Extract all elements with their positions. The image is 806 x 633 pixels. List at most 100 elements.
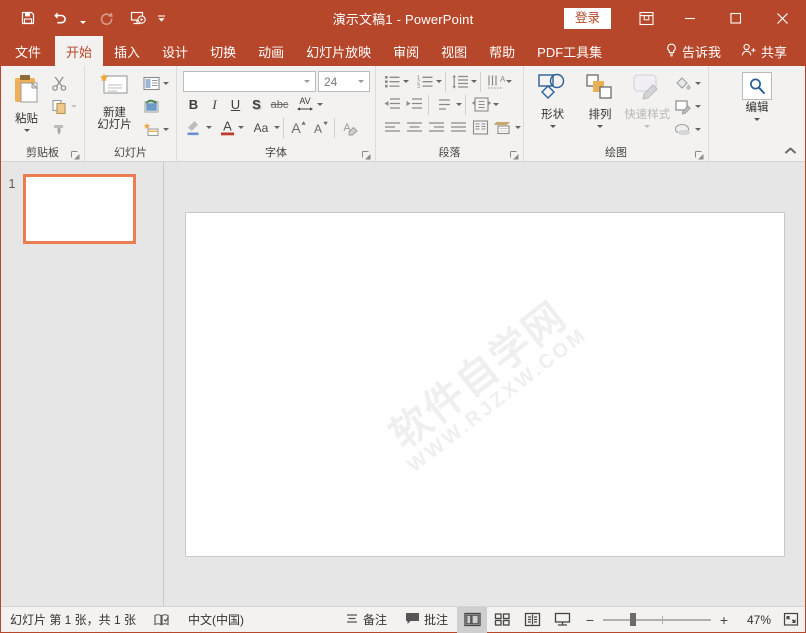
- paste-button[interactable]: 粘贴: [6, 70, 47, 132]
- font-dialog-launcher[interactable]: [362, 151, 371, 160]
- decrease-font-size-button[interactable]: A: [309, 117, 331, 138]
- convert-smartart-dropdown-icon[interactable]: [515, 126, 521, 129]
- text-highlight-button[interactable]: [183, 117, 206, 138]
- shape-outline-dropdown-icon[interactable]: [694, 104, 701, 108]
- zoom-out-button[interactable]: −: [583, 612, 597, 628]
- increase-indent-button[interactable]: [403, 94, 425, 115]
- slide-canvas[interactable]: 软件自学网 WWW.RJZXW.COM: [184, 211, 785, 557]
- customize-qat-icon[interactable]: [155, 5, 167, 31]
- arrange-dropdown-icon[interactable]: [596, 125, 603, 128]
- shape-fill-dropdown-icon[interactable]: [694, 81, 701, 85]
- save-icon[interactable]: [13, 5, 43, 31]
- reading-view-button[interactable]: [517, 607, 547, 633]
- bold-button[interactable]: B: [183, 94, 204, 115]
- paragraph-dialog-launcher[interactable]: [510, 151, 519, 160]
- slide-editing-area[interactable]: 软件自学网 WWW.RJZXW.COM: [164, 162, 805, 606]
- undo-dropdown-icon[interactable]: [77, 5, 89, 31]
- font-name-dropdown-icon[interactable]: [300, 80, 313, 83]
- character-spacing-dropdown-icon[interactable]: [317, 103, 323, 106]
- text-highlight-dropdown-icon[interactable]: [206, 126, 212, 129]
- slide-count-status[interactable]: 幻灯片 第 1 张，共 1 张: [1, 607, 145, 633]
- minimize-button[interactable]: [667, 0, 713, 36]
- italic-button[interactable]: I: [204, 94, 225, 115]
- tab-insert[interactable]: 插入: [103, 36, 151, 66]
- undo-icon[interactable]: [45, 5, 75, 31]
- slide-sorter-view-button[interactable]: [487, 607, 517, 633]
- zoom-in-button[interactable]: +: [717, 612, 731, 628]
- change-case-button[interactable]: Aa: [248, 117, 274, 138]
- align-left-button[interactable]: [381, 117, 403, 138]
- new-slide-button[interactable]: 新建 幻灯片: [90, 70, 139, 131]
- font-name-combo[interactable]: [183, 71, 316, 92]
- editing-dropdown-icon[interactable]: [754, 118, 760, 121]
- copy-button[interactable]: [47, 95, 79, 117]
- tab-animations[interactable]: 动画: [247, 36, 295, 66]
- justify-button[interactable]: [447, 117, 469, 138]
- ribbon-display-options-icon[interactable]: [625, 0, 667, 36]
- slide-thumbnail-1[interactable]: [23, 174, 136, 244]
- clipboard-dialog-launcher[interactable]: [71, 151, 80, 160]
- convert-smartart-graphic-button[interactable]: [491, 117, 515, 138]
- shape-effects-button[interactable]: [671, 118, 703, 140]
- numbering-button[interactable]: 123: [414, 71, 436, 92]
- cut-button[interactable]: [47, 72, 79, 94]
- zoom-control[interactable]: − + 47%: [577, 612, 777, 628]
- format-painter-button[interactable]: [47, 118, 79, 140]
- strikethrough-button[interactable]: abc: [267, 94, 292, 115]
- drawing-dialog-launcher[interactable]: [695, 151, 704, 160]
- smartart-dropdown-icon[interactable]: [493, 103, 499, 106]
- increase-font-size-button[interactable]: A: [287, 117, 309, 138]
- tab-pdf-toolkit[interactable]: PDF工具集: [526, 36, 613, 66]
- tab-slideshow[interactable]: 幻灯片放映: [295, 36, 382, 66]
- columns-button[interactable]: [469, 117, 491, 138]
- character-spacing-button[interactable]: AV: [292, 94, 317, 115]
- font-color-dropdown-icon[interactable]: [238, 126, 244, 129]
- editing-button[interactable]: 编辑: [731, 70, 783, 121]
- fit-to-window-button[interactable]: [777, 607, 805, 633]
- notes-button[interactable]: 备注: [336, 607, 396, 633]
- reset-button[interactable]: [139, 95, 171, 117]
- bullets-button[interactable]: [381, 71, 403, 92]
- share-button[interactable]: 共享: [733, 42, 795, 61]
- comments-button[interactable]: 批注: [396, 607, 457, 633]
- language-status[interactable]: 中文(中国): [179, 607, 253, 633]
- tab-file[interactable]: 文件: [1, 36, 55, 66]
- line-spacing-dropdown-icon[interactable]: [471, 80, 477, 83]
- slideshow-view-button[interactable]: [547, 607, 577, 633]
- normal-view-button[interactable]: [457, 606, 487, 633]
- font-color-button[interactable]: A: [216, 117, 238, 138]
- shape-effects-dropdown-icon[interactable]: [694, 127, 701, 131]
- maximize-button[interactable]: [713, 0, 759, 36]
- section-dropdown-icon[interactable]: [163, 127, 169, 131]
- layout-dropdown-icon[interactable]: [163, 81, 169, 85]
- close-button[interactable]: [759, 0, 805, 36]
- zoom-slider[interactable]: [603, 613, 711, 627]
- align-center-button[interactable]: [403, 117, 425, 138]
- clear-formatting-button[interactable]: A: [338, 117, 360, 138]
- tab-design[interactable]: 设计: [151, 36, 199, 66]
- change-case-dropdown-icon[interactable]: [274, 126, 280, 129]
- tab-transitions[interactable]: 切换: [199, 36, 247, 66]
- arrange-button[interactable]: 排列: [576, 70, 623, 128]
- decrease-indent-button[interactable]: [381, 94, 403, 115]
- shape-outline-button[interactable]: [671, 95, 703, 117]
- collapse-ribbon-button[interactable]: [784, 146, 797, 158]
- tab-home[interactable]: 开始: [55, 36, 104, 66]
- tab-view[interactable]: 视图: [430, 36, 478, 66]
- layout-button[interactable]: [139, 72, 171, 94]
- tab-review[interactable]: 审阅: [382, 36, 430, 66]
- paste-dropdown-icon[interactable]: [23, 129, 30, 132]
- align-text-dropdown-icon[interactable]: [456, 103, 462, 106]
- bullets-dropdown-icon[interactable]: [403, 80, 409, 83]
- start-slideshow-icon[interactable]: [123, 5, 153, 31]
- smartart-convert-button[interactable]: [469, 94, 493, 115]
- shapes-dropdown-icon[interactable]: [549, 125, 556, 128]
- text-shadow-button[interactable]: S: [246, 94, 267, 115]
- font-size-dropdown-icon[interactable]: [354, 80, 367, 83]
- tab-help[interactable]: 帮助: [478, 36, 526, 66]
- align-text-button[interactable]: [432, 94, 456, 115]
- text-direction-button[interactable]: A: [484, 71, 506, 92]
- slide-thumbnail-panel[interactable]: 1: [1, 162, 164, 606]
- font-size-combo[interactable]: 24: [318, 71, 370, 92]
- align-right-button[interactable]: [425, 117, 447, 138]
